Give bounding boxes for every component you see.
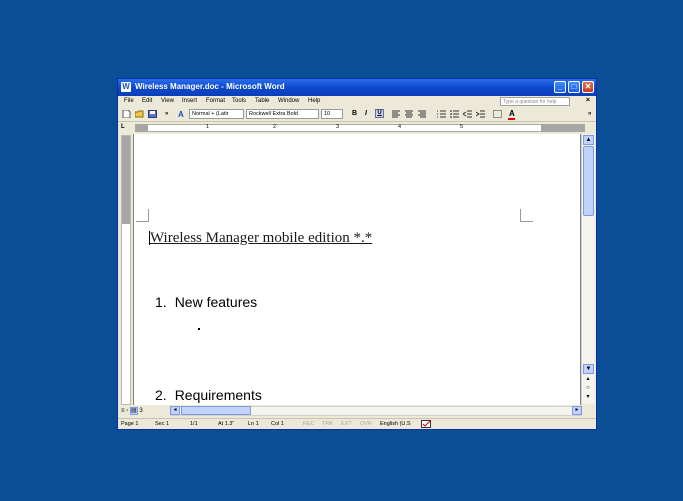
spelling-check-icon[interactable] xyxy=(421,419,433,429)
align-left-icon[interactable] xyxy=(392,110,401,118)
crop-mark xyxy=(520,209,533,222)
status-bar: Page 1 Sec 1 1/1 At 1.3" Ln 1 Col 1 REC … xyxy=(118,418,596,429)
next-page-icon[interactable]: ▾ xyxy=(585,394,591,400)
status-ext[interactable]: EXT xyxy=(341,421,352,427)
decrease-indent-icon[interactable] xyxy=(463,110,472,118)
previous-page-icon[interactable]: ▴ xyxy=(585,376,591,382)
ruler-number: 3 xyxy=(336,124,340,130)
style-dropdown[interactable]: Normal + (Latir xyxy=(189,109,244,119)
word-window: W Wireless Manager.doc - Microsoft Word … xyxy=(117,78,597,430)
font-size-dropdown[interactable]: 10 xyxy=(321,109,343,119)
vertical-scrollbar[interactable]: ▲ ▼ ▴ ○ ▾ xyxy=(581,134,595,404)
status-language[interactable]: English (U.S xyxy=(380,421,411,427)
status-pages: 1/1 xyxy=(190,421,198,427)
minimize-button[interactable]: _ xyxy=(554,81,566,93)
title-bar[interactable]: W Wireless Manager.doc - Microsoft Word … xyxy=(118,79,596,96)
word-app-icon[interactable]: W xyxy=(121,82,131,92)
document-area[interactable]: Wireless Manager mobile edition *.* 1. Ne… xyxy=(133,134,581,405)
toolbar-overflow-chevron-right[interactable]: » xyxy=(588,111,591,117)
status-ovr[interactable]: OVR xyxy=(360,421,372,427)
menu-file[interactable]: File xyxy=(124,98,134,104)
vertical-ruler[interactable] xyxy=(121,135,131,405)
horizontal-ruler[interactable]: L 1 2 3 4 5 xyxy=(118,121,596,134)
new-document-icon[interactable] xyxy=(122,110,131,118)
menu-insert[interactable]: Insert xyxy=(182,98,197,104)
help-search-input[interactable]: Type a question for help xyxy=(500,97,570,106)
menu-bar: File Edit View Insert Format Tools Table… xyxy=(118,96,596,107)
font-color-swatch xyxy=(508,118,515,120)
increase-indent-icon[interactable] xyxy=(476,110,485,118)
font-dropdown[interactable]: Rockwell Extra Bold xyxy=(246,109,319,119)
close-document-button[interactable]: × xyxy=(586,97,590,104)
status-column: Col 1 xyxy=(271,421,284,427)
font-color-button[interactable]: A xyxy=(509,109,515,118)
menu-format[interactable]: Format xyxy=(206,98,225,104)
view-buttons[interactable]: ≡ ▫ ▤ 3 xyxy=(121,407,143,415)
menu-view[interactable]: View xyxy=(161,98,174,104)
menu-window[interactable]: Window xyxy=(278,98,299,104)
window-title: Wireless Manager.doc - Microsoft Word xyxy=(135,82,285,91)
maximize-button[interactable]: □ xyxy=(568,81,580,93)
status-section: Sec 1 xyxy=(155,421,170,427)
web-layout-icon[interactable]: ▫ xyxy=(126,408,128,414)
bold-button[interactable]: B xyxy=(352,110,357,117)
document-page[interactable]: Wireless Manager mobile edition *.* 1. Ne… xyxy=(134,134,580,405)
menu-tools[interactable]: Tools xyxy=(232,98,246,104)
styles-pane-icon[interactable]: A xyxy=(178,110,187,118)
italic-button[interactable]: I xyxy=(365,110,367,117)
ruler-number: 1 xyxy=(206,124,210,130)
svg-text:A: A xyxy=(178,110,184,118)
horizontal-scrollbar[interactable]: ≡ ▫ ▤ 3 ◂ ▸ xyxy=(118,405,596,417)
ruler-number: 4 xyxy=(398,124,402,130)
status-line: Ln 1 xyxy=(248,421,259,427)
outline-view-page[interactable]: 3 xyxy=(139,408,142,414)
underline-button[interactable]: U xyxy=(375,109,384,118)
horizontal-scroll-thumb[interactable] xyxy=(181,406,251,415)
menu-help[interactable]: Help xyxy=(308,98,320,104)
scroll-up-button[interactable]: ▲ xyxy=(583,135,594,145)
numbering-icon[interactable] xyxy=(437,110,446,118)
close-button[interactable]: ✕ xyxy=(582,81,594,93)
menu-edit[interactable]: Edit xyxy=(142,98,152,104)
status-page: Page 1 xyxy=(121,421,139,427)
empty-bullet xyxy=(198,328,200,330)
formatting-toolbar: » A Normal + (Latir Rockwell Extra Bold … xyxy=(118,107,596,121)
ruler-number: 5 xyxy=(460,124,464,130)
print-layout-icon[interactable]: ▤ xyxy=(130,407,138,415)
status-at: At 1.3" xyxy=(218,421,235,427)
toolbar-overflow-chevron[interactable]: » xyxy=(165,111,168,117)
tab-selector[interactable]: L xyxy=(121,124,129,132)
scroll-right-button[interactable]: ▸ xyxy=(572,406,582,415)
save-icon[interactable] xyxy=(148,110,157,118)
status-rec[interactable]: REC xyxy=(303,421,315,427)
borders-icon[interactable] xyxy=(493,110,502,118)
document-title[interactable]: Wireless Manager mobile edition *.* xyxy=(150,230,372,247)
status-trk[interactable]: TRK xyxy=(322,421,333,427)
crop-mark xyxy=(136,209,149,222)
open-folder-icon[interactable] xyxy=(135,110,144,118)
align-center-icon[interactable] xyxy=(405,110,414,118)
select-browse-object-icon[interactable]: ○ xyxy=(585,385,591,391)
vertical-scroll-thumb[interactable] xyxy=(583,146,594,216)
menu-table[interactable]: Table xyxy=(255,98,269,104)
ruler-number: 2 xyxy=(273,124,277,130)
heading-new-features[interactable]: 1. New features xyxy=(155,294,257,310)
bullets-icon[interactable] xyxy=(450,110,459,118)
align-right-icon[interactable] xyxy=(418,110,427,118)
heading-requirements[interactable]: 2. Requirements xyxy=(155,387,262,403)
scroll-left-button[interactable]: ◂ xyxy=(170,406,180,415)
scroll-down-button[interactable]: ▼ xyxy=(583,364,594,374)
normal-view-icon[interactable]: ≡ xyxy=(121,408,125,414)
